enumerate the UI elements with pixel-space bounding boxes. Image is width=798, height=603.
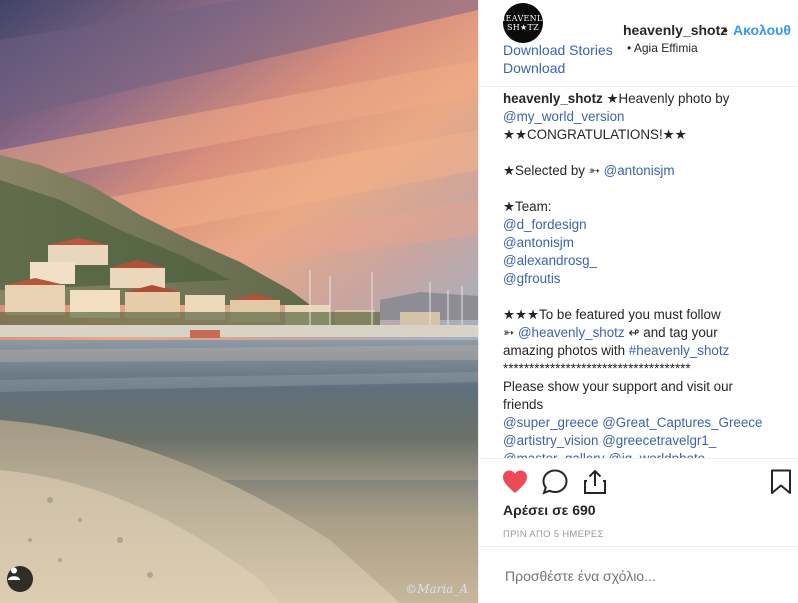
caption-line: Please show your support and visit our	[503, 378, 793, 396]
caption-text: ➳	[503, 325, 518, 340]
mention-link[interactable]: @artistry_vision	[503, 433, 598, 448]
comment-box	[479, 546, 798, 603]
mention-link[interactable]: #heavenly_shotz	[629, 343, 730, 358]
caption-line: @d_fordesign	[503, 216, 793, 234]
instagram-post: ©Maria_A HEAVENLY SH★TZ heavenly_shotz •…	[0, 0, 798, 603]
username-link[interactable]: heavenly_shotz	[623, 22, 727, 38]
user-tag-icon[interactable]	[7, 566, 33, 592]
avatar[interactable]: HEAVENLY SH★TZ	[498, 3, 547, 43]
caption-line: friends	[503, 396, 793, 414]
post-header: HEAVENLY SH★TZ heavenly_shotz • Ακολουθ …	[479, 0, 798, 87]
mention-link[interactable]: @antonisjm	[503, 235, 574, 250]
caption-line: @super_greece @Great_Captures_Greece	[503, 414, 793, 432]
avatar-text-top: HEAVENLY	[498, 14, 548, 23]
caption-line: @antonisjm	[503, 234, 793, 252]
caption-text: friends	[503, 397, 544, 412]
caption-line	[503, 288, 793, 306]
mention-link[interactable]: @super_greece	[503, 415, 598, 430]
share-icon[interactable]	[581, 468, 609, 496]
caption-line: @master_gallery @ig_worldphoto	[503, 450, 793, 458]
caption-line: heavenly_shotz ★Heavenly photo by	[503, 90, 793, 108]
caption-line: @artistry_vision @greecetravelgr1_	[503, 432, 793, 450]
caption-text: amazing photos with	[503, 343, 629, 358]
caption-line: @gfroutis	[503, 270, 793, 288]
location-link[interactable]: • Agia Effimia	[627, 41, 698, 55]
caption-line	[503, 180, 793, 198]
follow-button[interactable]: Ακολουθ	[733, 22, 791, 38]
bookmark-icon[interactable]	[767, 468, 795, 496]
caption-username[interactable]: heavenly_shotz	[503, 91, 603, 106]
caption-text: ↫ and tag your	[624, 325, 718, 340]
caption-line: ➳ @heavenly_shotz ↫ and tag your	[503, 324, 793, 342]
mention-link[interactable]: @Great_Captures_Greece	[602, 415, 762, 430]
caption-line: ★Selected by ➳ @antonisjm	[503, 162, 793, 180]
photo-landscape	[0, 0, 478, 603]
download-stories-link[interactable]: Download Stories	[503, 42, 613, 58]
caption-text: ★Team:	[503, 199, 552, 214]
caption-text: ★Heavenly photo by	[602, 91, 730, 106]
caption-line	[503, 144, 793, 162]
caption-text: ★★★To be featured you must follow	[503, 307, 721, 322]
post-details-panel: HEAVENLY SH★TZ heavenly_shotz • Ακολουθ …	[478, 0, 798, 603]
caption-text: Please show your support and visit our	[503, 379, 733, 394]
heart-icon[interactable]	[501, 468, 529, 496]
comment-input[interactable]	[503, 567, 777, 585]
caption-line: ★★CONGRATULATIONS!★★	[503, 126, 793, 144]
mention-link[interactable]: @alexandrosg_	[503, 253, 597, 268]
comment-icon[interactable]	[541, 468, 569, 496]
location-label: Agia Effimia	[633, 41, 698, 55]
caption-text: ************************************	[503, 361, 691, 376]
mention-link[interactable]: @d_fordesign	[503, 217, 587, 232]
caption-text: ★Selected by ➳	[503, 163, 604, 178]
post-timestamp[interactable]: ΠΡΙΝ ΑΠΟ 5 ΗΜΕΡΕΣ	[503, 529, 604, 540]
post-caption: heavenly_shotz ★Heavenly photo by @my_wor…	[503, 90, 793, 458]
caption-line: ************************************	[503, 360, 793, 378]
mention-link[interactable]: @antonisjm	[604, 163, 675, 178]
mention-link[interactable]: @ig_worldphoto	[608, 451, 705, 458]
caption-line: amazing photos with #heavenly_shotz	[503, 342, 793, 360]
mention-link[interactable]: @my_world_version	[503, 109, 625, 124]
mention-link[interactable]: @master_gallery	[503, 451, 604, 458]
caption-line: ★Team:	[503, 198, 793, 216]
caption-line: ★★★To be featured you must follow	[503, 306, 793, 324]
photo-signature: ©Maria_A	[405, 582, 468, 596]
mention-link[interactable]: @gfroutis	[503, 271, 561, 286]
caption-line: @my_world_version	[503, 108, 793, 126]
post-photo[interactable]: ©Maria_A	[0, 0, 478, 603]
avatar-text-bottom: SH★TZ	[506, 23, 540, 32]
separator-dot: •	[723, 22, 728, 38]
action-bar: Αρέσει σε 690 ΠΡΙΝ ΑΠΟ 5 ΗΜΕΡΕΣ	[479, 458, 798, 547]
download-link[interactable]: Download	[503, 60, 565, 76]
location-dot: •	[627, 41, 632, 55]
mention-link[interactable]: @heavenly_shotz	[518, 325, 625, 340]
caption-text: ★★CONGRATULATIONS!★★	[503, 127, 687, 142]
caption-line: @alexandrosg_	[503, 252, 793, 270]
mention-link[interactable]: @greecetravelgr1_	[602, 433, 716, 448]
likes-count[interactable]: Αρέσει σε 690	[503, 502, 596, 518]
